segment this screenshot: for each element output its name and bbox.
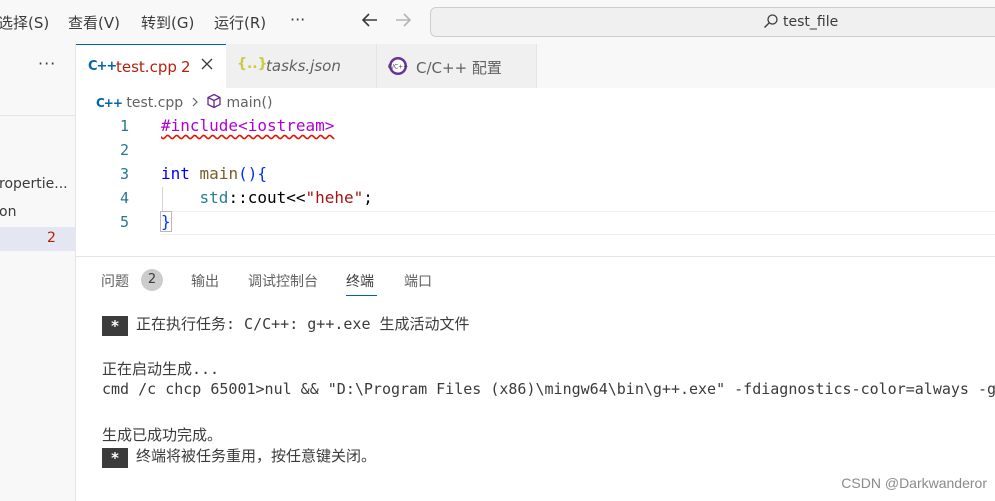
command-center-search[interactable]: test_file: [430, 7, 995, 37]
cout-stream: cout<<: [247, 188, 306, 207]
breadcrumb-symbol[interactable]: main(): [227, 95, 273, 111]
menu-more-button[interactable]: ···: [290, 10, 305, 29]
current-line-highlight: [161, 211, 995, 235]
std-namespace: std: [199, 188, 229, 207]
sidebar-divider: [0, 115, 76, 116]
closing-brace: }: [160, 211, 172, 232]
line-number: 2: [119, 141, 129, 159]
tab-problems[interactable]: 问题: [101, 271, 129, 291]
int-keyword: int: [161, 164, 190, 183]
tab-test-cpp[interactable]: C++ test.cpp 2: [76, 44, 226, 88]
svg-text:C/C++: C/C++: [388, 64, 408, 71]
main-function: main: [199, 164, 239, 183]
sidebar-item-properties[interactable]: ropertie...: [0, 176, 68, 192]
sidebar-item-json[interactable]: on: [0, 204, 16, 220]
code-line-1: #include<iostream>: [161, 116, 334, 135]
sidebar-item-test-cpp[interactable]: 2: [0, 227, 76, 251]
terminal-reuse-line: * 终端将被任务重用，按任意键关闭。: [102, 445, 376, 468]
json-file-icon: {..}: [237, 56, 268, 72]
string-literal: "hehe": [305, 188, 364, 207]
menu-view[interactable]: 查看(V): [68, 12, 120, 33]
tab-label: tasks.json: [266, 57, 341, 75]
tab-label: test.cpp: [116, 58, 177, 76]
tab-output[interactable]: 输出: [191, 271, 219, 291]
sidebar-more-button[interactable]: ···: [38, 54, 56, 73]
watermark: CSDN @Darkwanderor: [841, 475, 987, 491]
tab-error-count: 2: [181, 58, 191, 76]
sidebar-item-label: on: [0, 204, 17, 220]
sidebar-item-label: ropertie...: [0, 176, 68, 192]
tab-label: C/C++ 配置: [416, 59, 502, 77]
active-tab-indicator: [346, 295, 377, 296]
code-editor[interactable]: 1 2 3 4 5 #include<iostream> int main(){…: [76, 115, 995, 255]
menu-goto[interactable]: 转到(G): [141, 12, 194, 33]
reuse-text: 终端将被任务重用，按任意键关闭。: [136, 447, 377, 465]
bottom-panel: 问题 2 输出 调试控制台 终端 端口 * 正在执行任务: C/C++: g++.…: [76, 256, 995, 501]
tab-terminal[interactable]: 终端: [346, 271, 374, 291]
code-line-4: std::cout<<"hehe";: [161, 188, 373, 207]
cpp-config-icon: C/C++: [388, 56, 408, 80]
close-icon[interactable]: [200, 57, 214, 75]
tab-debug-console[interactable]: 调试控制台: [248, 271, 318, 291]
semicolon: ;: [363, 188, 373, 207]
title-bar: 选择(S) 查看(V) 转到(G) 运行(R) ··· test_file: [0, 0, 995, 44]
code-line-5: }: [160, 211, 172, 232]
line-number: 1: [119, 117, 129, 135]
terminal-success: 生成已成功完成。: [102, 426, 223, 444]
menu-select[interactable]: 选择(S): [0, 12, 49, 33]
vscode-window: 选择(S) 查看(V) 转到(G) 运行(R) ··· test_file ··…: [0, 0, 995, 501]
chevron-right-icon: [191, 95, 203, 111]
menu-run[interactable]: 运行(R): [214, 12, 266, 33]
sidebar: ··· ropertie... on 2: [0, 44, 76, 501]
line-number: 5: [119, 213, 129, 231]
back-arrow-icon[interactable]: [360, 10, 380, 35]
sidebar-item-count: 2: [47, 230, 56, 246]
line-number: 4: [119, 189, 129, 207]
problems-count-badge: 2: [141, 269, 163, 291]
tab-cpp-config[interactable]: C/C++ C/C++ 配置: [377, 44, 537, 88]
task-star-icon: *: [102, 316, 128, 336]
cpp-file-icon: C++: [96, 96, 123, 110]
line-number: 3: [119, 165, 129, 183]
search-icon: [764, 14, 778, 28]
cpp-file-icon: C++: [88, 59, 117, 74]
scope-operator: ::: [228, 188, 248, 207]
task-star-icon: *: [102, 448, 128, 468]
include-directive: #include<iostream>: [161, 116, 335, 135]
cube-icon: [206, 93, 226, 113]
terminal-starting: 正在启动生成...: [102, 360, 220, 378]
search-text: test_file: [783, 14, 839, 30]
code-line-3: int main(){: [161, 164, 267, 183]
tab-tasks-json[interactable]: {..} tasks.json: [226, 44, 377, 88]
terminal-task-line: * 正在执行任务: C/C++: g++.exe 生成活动文件: [102, 313, 470, 336]
breadcrumb: C++ test.cpp main(): [96, 93, 272, 113]
breadcrumb-file[interactable]: test.cpp: [126, 95, 183, 111]
main-signature: (){: [238, 164, 267, 183]
tab-ports[interactable]: 端口: [404, 271, 432, 291]
terminal-command: cmd /c chcp 65001>nul && "D:\Program Fil…: [102, 380, 995, 398]
forward-arrow-icon[interactable]: [393, 10, 413, 35]
task-text: 正在执行任务: C/C++: g++.exe 生成活动文件: [136, 315, 470, 333]
search-content: test_file: [763, 13, 838, 30]
editor-tab-bar: C++ test.cpp 2 {..} tasks.json C/C++ C/C…: [76, 44, 995, 88]
